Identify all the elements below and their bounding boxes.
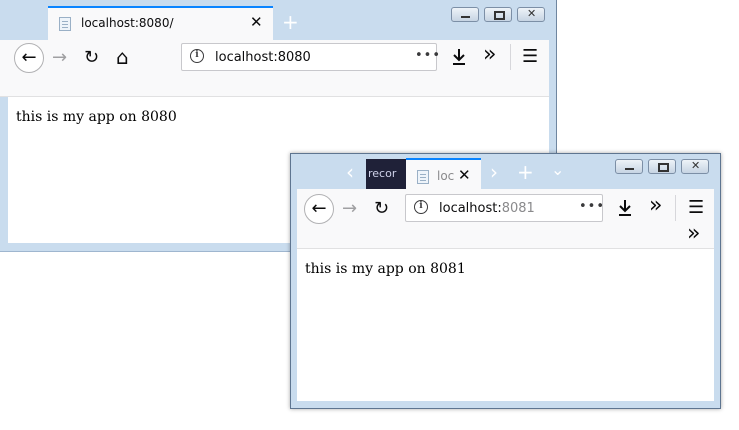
maximize-button[interactable] (484, 7, 512, 22)
tab-title: localhost:8080/ (81, 16, 174, 30)
tab-localhost-8080[interactable]: localhost:8080/ ✕ (48, 6, 273, 40)
nav-toolbar: ← → ↻ i localhost:8081 ••• » ☰ » (297, 189, 714, 249)
page-text: this is my app on 8080 (16, 109, 177, 125)
page-icon (59, 17, 71, 31)
page-actions-icon[interactable]: ••• (415, 48, 441, 63)
close-tab-icon[interactable]: ✕ (250, 13, 263, 31)
menu-icon[interactable]: ☰ (688, 198, 704, 218)
tab-recor[interactable]: recor (366, 159, 406, 189)
download-icon[interactable] (617, 199, 633, 217)
site-info-icon[interactable]: i (190, 49, 204, 63)
site-info-icon[interactable]: i (414, 200, 428, 214)
reload-icon[interactable]: ↻ (84, 48, 99, 68)
tab-localhost-8081[interactable]: loc ✕ (406, 158, 481, 189)
toolbar-separator (510, 44, 511, 70)
maximize-button[interactable] (648, 159, 676, 174)
menu-icon[interactable]: ☰ (522, 47, 538, 67)
download-icon[interactable] (451, 48, 467, 66)
overflow-icon[interactable]: » (483, 44, 496, 66)
back-icon[interactable]: ← (14, 43, 44, 73)
new-tab-icon[interactable]: + (517, 162, 534, 182)
url-text[interactable]: localhost:8081 (439, 201, 535, 216)
nav-toolbar: ← → ↻ ⌂ i localhost:8080 ••• » ☰ (0, 40, 549, 97)
scroll-tabs-right-icon[interactable]: › (490, 162, 498, 182)
back-icon[interactable]: ← (304, 194, 334, 224)
url-bar[interactable]: i localhost:8080 ••• (181, 43, 440, 71)
reload-icon[interactable]: ↻ (374, 199, 389, 219)
page-icon (417, 170, 429, 184)
page-text: this is my app on 8081 (305, 261, 466, 277)
overflow-icon-2[interactable]: » (687, 223, 700, 245)
new-tab-icon[interactable]: + (282, 12, 299, 32)
browser-window-8081: ‹ recor loc ✕ › + ⌄ ← → ↻ i localhost:80… (290, 153, 721, 409)
page-actions-icon[interactable]: ••• (579, 199, 605, 214)
minimize-button[interactable] (615, 159, 643, 174)
url-bar[interactable]: i localhost:8081 ••• (405, 194, 605, 222)
forward-icon[interactable]: → (342, 199, 357, 219)
close-window-button[interactable] (681, 159, 709, 174)
home-icon[interactable]: ⌂ (116, 47, 129, 67)
scroll-tabs-left-icon[interactable]: ‹ (346, 162, 354, 182)
close-tab-icon[interactable]: ✕ (458, 166, 471, 184)
tab-title: recor (368, 167, 397, 180)
minimize-button[interactable] (451, 7, 479, 22)
tab-list-icon[interactable]: ⌄ (551, 160, 564, 180)
url-text[interactable]: localhost:8080 (215, 50, 311, 65)
page-content: this is my app on 8081 (297, 249, 714, 401)
tab-title: loc (437, 169, 455, 183)
toolbar-separator (675, 195, 676, 221)
overflow-icon[interactable]: » (649, 195, 662, 217)
forward-icon[interactable]: → (52, 48, 67, 68)
close-window-button[interactable] (517, 7, 545, 22)
